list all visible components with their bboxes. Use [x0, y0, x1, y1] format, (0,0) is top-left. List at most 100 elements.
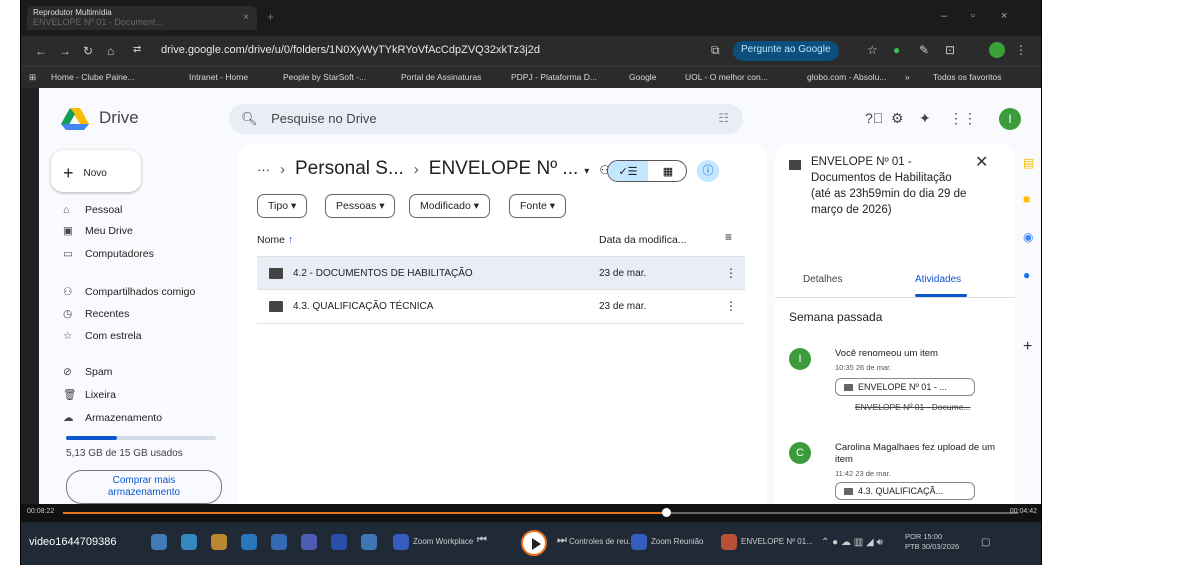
taskbar-app-icon[interactable] — [181, 534, 197, 550]
clock[interactable]: POR 15:00 PTB 30/03/2026 — [905, 532, 959, 552]
home-browser-icon[interactable]: ⌂ — [107, 44, 114, 58]
activity-file-chip[interactable]: ENVELOPE Nº 01 - ... — [835, 378, 975, 396]
list-view-icon[interactable]: ✓☰ — [608, 161, 648, 181]
bookmark-item[interactable]: People by StarSoft -... — [283, 72, 366, 82]
system-tray-icons[interactable]: ⌃ ● ☁ ▥ ◢ 🔊︎ — [821, 537, 883, 548]
bookmark-item[interactable]: UOL - O melhor con... — [685, 72, 768, 82]
extension-icon[interactable]: ● — [893, 43, 900, 57]
zoom-icon[interactable] — [393, 534, 409, 550]
bookmark-item[interactable]: Portal de Assinaturas — [401, 72, 481, 82]
sort-options-icon[interactable]: ≡ — [725, 230, 732, 244]
filter-people-chip[interactable]: Pessoas ▾ — [325, 194, 396, 218]
ask-google-button[interactable]: Pergunte ao Google — [733, 41, 839, 61]
column-date-header[interactable]: Data da modifica... — [599, 234, 687, 246]
player-seek-bar[interactable]: 00:08:22 00:04:42 — [21, 504, 1041, 522]
skip-back-icon[interactable]: ⏮ — [477, 534, 487, 547]
table-row[interactable]: 4.3. QUALIFICAÇÃO TÉCNICA 23 de mar. ⋮ — [257, 290, 745, 324]
taskbar-label[interactable]: Controles de reu... — [569, 537, 635, 546]
minimize-icon[interactable]: – — [941, 10, 947, 22]
taskbar-app-icon[interactable] — [361, 534, 377, 550]
filter-type-chip[interactable]: Tipo ▾ — [257, 194, 308, 218]
column-name-header[interactable]: Nome ↑ — [257, 234, 293, 246]
help-icon[interactable]: ?⃝ — [865, 110, 883, 126]
play-pause-button[interactable] — [521, 530, 547, 556]
cast-icon[interactable]: ⧉ — [711, 43, 720, 58]
sidebar-item-pessoal[interactable]: ⌂ Pessoal — [63, 204, 122, 216]
chrome-icon[interactable] — [721, 534, 737, 550]
site-info-icon[interactable]: ⇄ — [133, 44, 141, 55]
bookmark-item[interactable]: Google — [629, 72, 656, 82]
reload-icon[interactable]: ↻ — [83, 44, 93, 58]
restore-icon[interactable]: ▫ — [971, 10, 975, 22]
sidebar-item-starred[interactable]: ☆ Com estrela — [63, 330, 142, 342]
taskbar-label[interactable]: ENVELOPE Nº 01... — [741, 537, 813, 546]
tab-details[interactable]: Detalhes — [803, 274, 842, 285]
taskbar-app-icon[interactable] — [301, 534, 317, 550]
sidebar-item-storage[interactable]: ☁ Armazenamento — [63, 412, 162, 424]
bookmarks-overflow[interactable]: » — [905, 72, 910, 82]
taskbar-app-icon[interactable] — [241, 534, 257, 550]
sidebar-item-spam[interactable]: ⊘ Spam — [63, 366, 112, 378]
row-menu-icon[interactable]: ⋮ — [725, 299, 737, 313]
filter-source-chip[interactable]: Fonte ▾ — [509, 194, 567, 218]
new-button[interactable]: + Novo — [51, 150, 141, 192]
tab-close-icon[interactable]: × — [243, 12, 249, 23]
bookmark-item[interactable]: globo.com - Absolu... — [807, 72, 886, 82]
url-field[interactable]: drive.google.com/drive/u/0/folders/1N0Xy… — [153, 40, 713, 62]
browser-tab[interactable]: Reprodutor Multimídia ENVELOPE Nº 01 - D… — [27, 6, 257, 30]
close-icon[interactable]: ✕ — [975, 152, 988, 172]
bookmark-item[interactable]: PDPJ - Plataforma D... — [511, 72, 597, 82]
breadcrumb-parent[interactable]: Personal S... — [295, 158, 404, 179]
back-icon[interactable]: ← — [35, 44, 47, 58]
grid-view-icon[interactable]: ▦ — [648, 161, 686, 181]
notifications-icon[interactable]: ▢ — [981, 537, 990, 548]
search-options-icon[interactable]: ☷ — [718, 111, 729, 125]
tab-activity[interactable]: Atividades — [915, 274, 961, 285]
add-addon-icon[interactable]: + — [1023, 338, 1032, 356]
keep-icon[interactable]: ■ — [1023, 192, 1030, 206]
new-tab-icon[interactable]: + — [267, 10, 274, 24]
sidebar-item-recent[interactable]: ◷ Recentes — [63, 308, 129, 320]
calendar-icon[interactable]: ▤ — [1023, 156, 1034, 170]
bookmark-star-icon[interactable]: ☆ — [867, 43, 878, 57]
info-icon[interactable]: ⓘ — [697, 160, 719, 182]
sidebar-item-shared[interactable]: ⚇ Compartilhados comigo — [63, 286, 195, 298]
apps-grid-icon[interactable]: ⋮⋮ — [949, 110, 977, 127]
bookmark-item[interactable]: Home - Clube Paine... — [51, 72, 135, 82]
buy-storage-button[interactable]: Comprar mais armazenamento — [66, 470, 222, 504]
sort-arrow-icon[interactable]: ↑ — [288, 234, 293, 246]
activity-file-chip[interactable]: 4.3. QUALIFICAÇÃ... — [835, 482, 975, 500]
profile-avatar[interactable] — [989, 42, 1005, 58]
row-menu-icon[interactable]: ⋮ — [725, 266, 737, 280]
taskbar-app-icon[interactable] — [211, 534, 227, 550]
close-window-icon[interactable]: × — [1001, 10, 1007, 22]
taskbar-label[interactable]: Zoom Workplace — [413, 537, 473, 546]
seek-handle[interactable] — [662, 508, 671, 517]
drive-logo-icon[interactable] — [61, 108, 89, 130]
filter-modified-chip[interactable]: Modificado ▾ — [409, 194, 490, 218]
apps-icon[interactable]: ⊞ — [29, 72, 36, 83]
avatar[interactable]: I — [999, 108, 1021, 130]
search-input[interactable]: 🔍︎ Pesquise no Drive ☷ — [229, 104, 743, 134]
gemini-icon[interactable]: ✦ — [919, 110, 931, 127]
browser-menu-icon[interactable]: ⋮ — [1015, 43, 1027, 57]
sidebar-item-computers[interactable]: ▭ Computadores — [63, 248, 154, 260]
taskbar-app-icon[interactable] — [331, 534, 347, 550]
extension2-icon[interactable]: ✎ — [919, 43, 929, 57]
chevron-down-icon[interactable]: ▾ — [584, 166, 589, 177]
breadcrumb-current[interactable]: ENVELOPE Nº ... — [429, 158, 579, 179]
settings-gear-icon[interactable]: ⚙ — [891, 110, 904, 127]
zoom-icon[interactable] — [631, 534, 647, 550]
skip-forward-icon[interactable]: ⏭ — [557, 534, 567, 547]
sidebar-item-trash[interactable]: 🗑 Lixeira — [63, 388, 116, 401]
extensions-puzzle-icon[interactable]: ⊡ — [945, 43, 955, 57]
breadcrumb-more[interactable]: ··· — [257, 162, 270, 177]
taskbar-app-icon[interactable] — [151, 534, 167, 550]
tasks-icon[interactable]: ◉ — [1023, 230, 1033, 244]
contacts-icon[interactable]: ● — [1023, 268, 1030, 282]
forward-icon[interactable]: → — [59, 44, 71, 58]
all-bookmarks[interactable]: Todos os favoritos — [933, 72, 1002, 82]
taskbar-app-icon[interactable] — [271, 534, 287, 550]
taskbar-label[interactable]: Zoom Reunião — [651, 537, 703, 546]
sidebar-item-my-drive[interactable]: ▣ Meu Drive — [63, 225, 133, 237]
